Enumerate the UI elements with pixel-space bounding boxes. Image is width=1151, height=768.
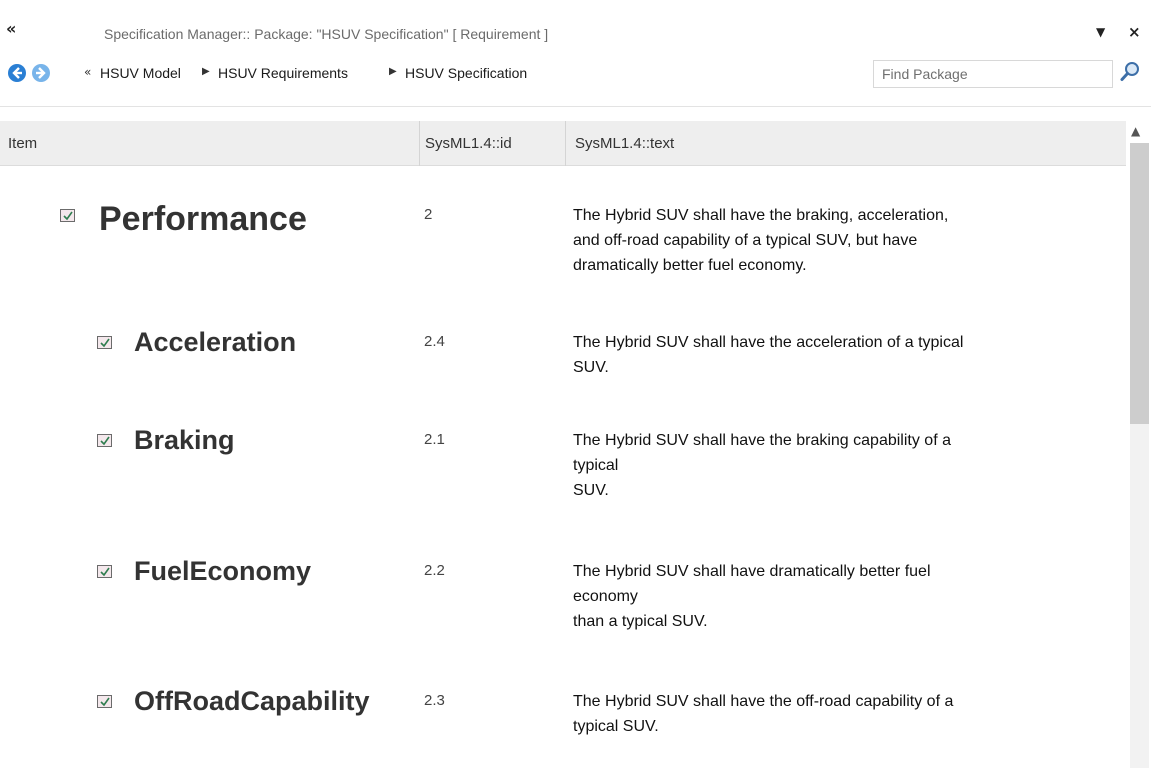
breadcrumb-separator-icon: ▶	[202, 66, 210, 77]
scroll-up-arrow-icon[interactable]: ▲	[1131, 124, 1140, 138]
requirement-icon	[97, 336, 112, 349]
requirement-text-line: and off-road capability of a typical SUV…	[573, 232, 918, 249]
table-row[interactable]: OffRoadCapability 2.3 The Hybrid SUV sha…	[0, 677, 1126, 757]
table-row[interactable]: Acceleration 2.4 The Hybrid SUV shall ha…	[0, 318, 1126, 408]
column-divider[interactable]	[419, 121, 420, 166]
requirement-icon	[97, 434, 112, 447]
requirement-icon	[60, 209, 75, 222]
requirement-text: The Hybrid SUV shall have the accelerati…	[573, 330, 1113, 380]
navigation-bar: « HSUV Model ▶ HSUV Requirements ▶ HSUV …	[0, 56, 1151, 96]
find-package-input[interactable]: Find Package	[873, 60, 1113, 88]
window-title: Specification Manager:: Package: "HSUV S…	[104, 26, 549, 42]
requirement-text-line: than a typical SUV.	[573, 613, 708, 630]
requirement-text-line: The Hybrid SUV shall have the braking ca…	[573, 432, 951, 449]
requirement-id: 2.4	[424, 333, 445, 350]
requirement-name[interactable]: FuelEconomy	[134, 556, 311, 587]
requirement-name[interactable]: Braking	[134, 425, 235, 456]
magnifier-icon[interactable]	[1118, 60, 1142, 86]
column-header-item[interactable]: Item	[8, 135, 37, 152]
table-row[interactable]: Braking 2.1 The Hybrid SUV shall have th…	[0, 416, 1126, 526]
requirement-text-line: SUV.	[573, 359, 609, 376]
requirement-name[interactable]: OffRoadCapability	[134, 686, 370, 717]
requirement-text-line: The Hybrid SUV shall have the off-road c…	[573, 693, 954, 710]
column-header-text[interactable]: SysML1.4::text	[575, 135, 674, 152]
requirement-text-line: dramatically better fuel economy.	[573, 257, 807, 274]
requirement-text: The Hybrid SUV shall have the braking, a…	[573, 203, 1113, 278]
breadcrumb-item-hsuv-model[interactable]: HSUV Model	[100, 65, 181, 81]
requirement-text-line: economy	[573, 588, 638, 605]
breadcrumb-overflow-icon[interactable]: «	[84, 65, 91, 79]
column-divider[interactable]	[565, 121, 566, 166]
requirement-id: 2.1	[424, 431, 445, 448]
requirement-text-line: The Hybrid SUV shall have the accelerati…	[573, 334, 964, 351]
requirement-text-line: The Hybrid SUV shall have the braking, a…	[573, 207, 949, 224]
scrollbar-thumb[interactable]	[1130, 143, 1149, 424]
toolbar-divider	[0, 106, 1151, 107]
dropdown-arrow-icon[interactable]: ▼	[1096, 25, 1105, 39]
requirement-text-line: typical	[573, 457, 619, 474]
requirement-id: 2.2	[424, 562, 445, 579]
requirement-id: 2	[424, 206, 433, 223]
breadcrumb-item-hsuv-requirements[interactable]: HSUV Requirements	[218, 65, 348, 81]
column-header-id[interactable]: SysML1.4::id	[425, 135, 512, 152]
breadcrumb: « HSUV Model ▶ HSUV Requirements ▶ HSUV …	[58, 60, 862, 86]
back-arrow-icon[interactable]	[8, 64, 26, 82]
collapse-panel-icon[interactable]: «	[6, 19, 16, 38]
breadcrumb-item-hsuv-specification[interactable]: HSUV Specification	[405, 65, 527, 81]
table-row[interactable]: Performance 2 The Hybrid SUV shall have …	[0, 190, 1126, 300]
breadcrumb-separator-icon: ▶	[389, 66, 397, 77]
requirement-text-line: SUV.	[573, 482, 609, 499]
requirement-icon	[97, 565, 112, 578]
requirement-text: The Hybrid SUV shall have the braking ca…	[573, 428, 1113, 503]
requirement-name[interactable]: Performance	[99, 200, 307, 239]
requirement-text-line: The Hybrid SUV shall have dramatically b…	[573, 563, 931, 580]
requirement-icon	[97, 695, 112, 708]
requirement-name[interactable]: Acceleration	[134, 327, 296, 358]
requirement-text: The Hybrid SUV shall have the off-road c…	[573, 689, 1113, 739]
requirement-text-line: typical SUV.	[573, 718, 659, 735]
close-icon[interactable]: ×	[1128, 23, 1141, 41]
table-header: Item SysML1.4::id SysML1.4::text	[0, 121, 1126, 166]
requirement-id: 2.3	[424, 692, 445, 709]
search-placeholder: Find Package	[882, 66, 968, 82]
title-bar: « Specification Manager:: Package: "HSUV…	[0, 19, 1151, 51]
table-row[interactable]: FuelEconomy 2.2 The Hybrid SUV shall hav…	[0, 547, 1126, 657]
requirement-text: The Hybrid SUV shall have dramatically b…	[573, 559, 1113, 634]
forward-arrow-icon[interactable]	[32, 64, 50, 82]
